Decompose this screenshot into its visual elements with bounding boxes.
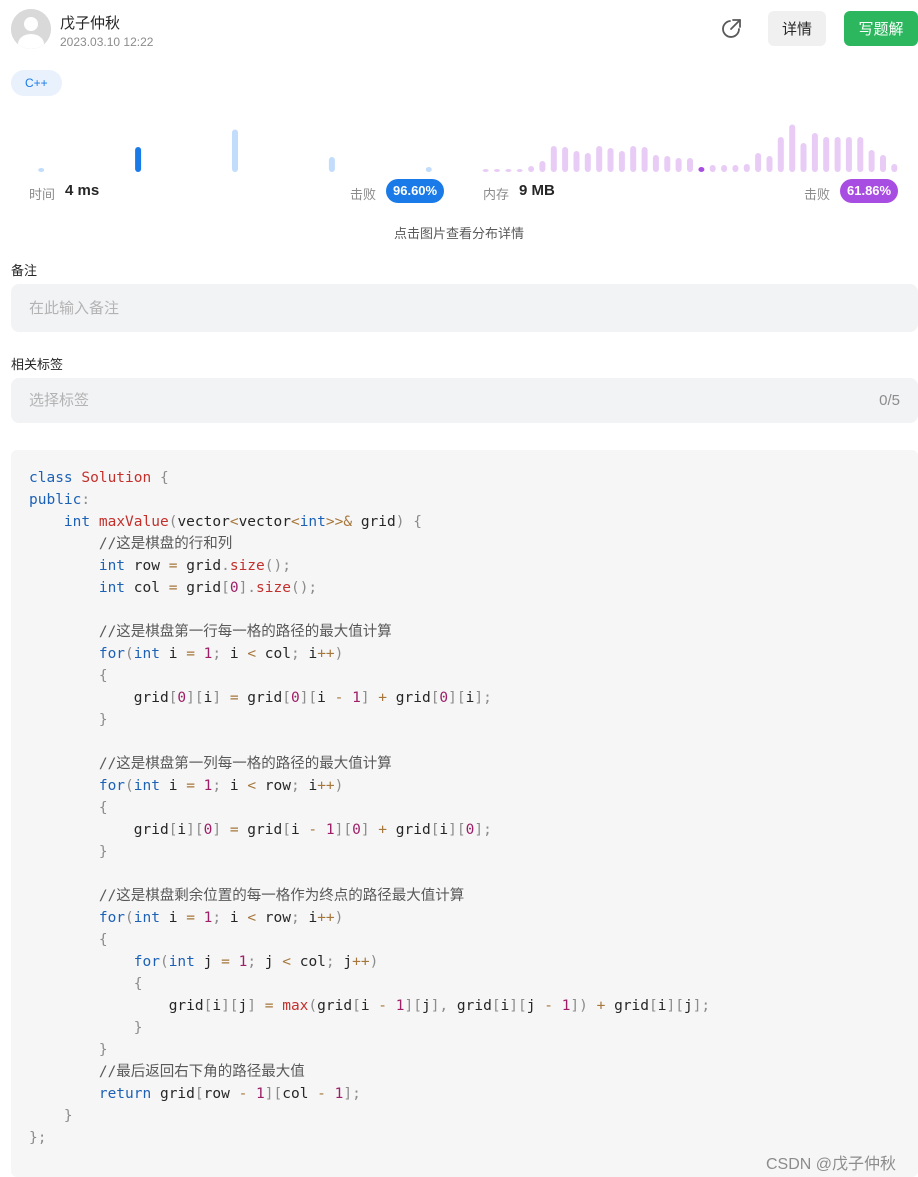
tags-field-container: 0/5 [11,378,918,423]
memory-distribution-bar[interactable] [743,164,750,172]
memory-distribution-bar[interactable] [528,166,535,172]
author-name[interactable]: 戊子仲秋 [60,12,120,33]
code-content: class Solution { public: int maxValue(ve… [29,470,711,1146]
notes-field-container [11,284,918,332]
user-avatar-icon [11,9,51,49]
memory-distribution-bar[interactable] [800,143,807,172]
memory-distribution-bar[interactable] [573,151,580,172]
tags-counter: 0/5 [879,392,900,409]
memory-distribution-bar[interactable] [732,165,739,172]
memory-distribution-bar[interactable] [505,169,512,172]
memory-beat-label: 击败 [804,187,831,202]
runtime-label: 时间 [29,187,56,202]
notes-input[interactable] [11,284,918,332]
memory-distribution-bar[interactable] [630,146,637,172]
avatar[interactable] [11,9,51,49]
memory-distribution-bar[interactable] [721,165,728,172]
memory-distribution-bar[interactable] [834,137,841,172]
memory-distribution-bar[interactable] [755,153,762,172]
memory-distribution-bar[interactable] [880,155,886,172]
notes-label: 备注 [11,263,38,278]
memory-distribution-bar[interactable] [494,169,500,172]
memory-distribution-bar[interactable] [562,147,569,172]
memory-distribution-bar[interactable] [823,137,830,172]
memory-label: 内存 [483,187,510,202]
share-button[interactable] [718,16,744,42]
code-block[interactable]: class Solution { public: int maxValue(ve… [11,450,918,1177]
memory-distribution-bar[interactable] [687,158,693,172]
tags-label: 相关标签 [11,357,64,372]
runtime-distribution-bar[interactable] [38,168,45,172]
share-icon [722,19,741,38]
runtime-beat-label: 击败 [350,187,377,202]
memory-distribution-bar[interactable] [891,164,898,172]
solution-header: 戊子仲秋 2023.03.10 12:22 详情 写题解 [0,0,918,60]
csdn-watermark: CSDN @戊子仲秋 [766,1156,897,1173]
memory-distribution-bar[interactable] [596,146,603,172]
write-solution-button[interactable]: 写题解 [844,11,918,46]
runtime-distribution-bar[interactable] [328,157,335,172]
submission-date: 2023.03.10 12:22 [60,35,154,49]
memory-distribution-bar[interactable] [584,153,591,172]
memory-distribution-bar[interactable] [777,137,784,172]
tags-input[interactable] [11,378,918,423]
memory-distribution-bar[interactable] [789,124,796,173]
memory-distribution-bar[interactable] [652,155,659,172]
runtime-distribution-bar[interactable] [135,147,142,172]
runtime-distribution-bar[interactable] [425,167,432,172]
memory-distribution-bar[interactable] [539,161,546,172]
distribution-hint[interactable]: 点击图片查看分布详情 [0,223,918,242]
memory-distribution-bar[interactable] [857,137,864,172]
memory-distribution-bar[interactable] [675,158,682,172]
memory-distribution-bar[interactable] [709,165,716,172]
runtime-beat-badge: 96.60% [386,179,445,203]
memory-distribution-bar[interactable] [698,167,705,172]
memory-distribution-bar[interactable] [641,147,648,172]
memory-beat-badge: 61.86% [840,179,899,203]
runtime-distribution-bar[interactable] [232,129,238,173]
language-tag[interactable]: C++ [11,70,62,96]
memory-distribution-bar[interactable] [482,169,489,172]
memory-distribution-chart[interactable] [480,118,900,172]
memory-distribution-bar[interactable] [618,151,625,172]
runtime-value: 4 ms [65,182,100,199]
memory-distribution-bar[interactable] [550,146,557,172]
memory-value: 9 MB [519,182,555,199]
memory-distribution-bar[interactable] [516,169,523,172]
runtime-distribution-chart[interactable] [25,118,445,172]
memory-distribution-bar[interactable] [845,137,852,172]
memory-distribution-bar[interactable] [811,133,818,172]
memory-distribution-bar[interactable] [766,156,773,172]
memory-distribution-bar[interactable] [607,148,614,172]
memory-distribution-bar[interactable] [664,156,671,172]
detail-button[interactable]: 详情 [768,11,826,46]
memory-distribution-bar[interactable] [868,150,875,172]
